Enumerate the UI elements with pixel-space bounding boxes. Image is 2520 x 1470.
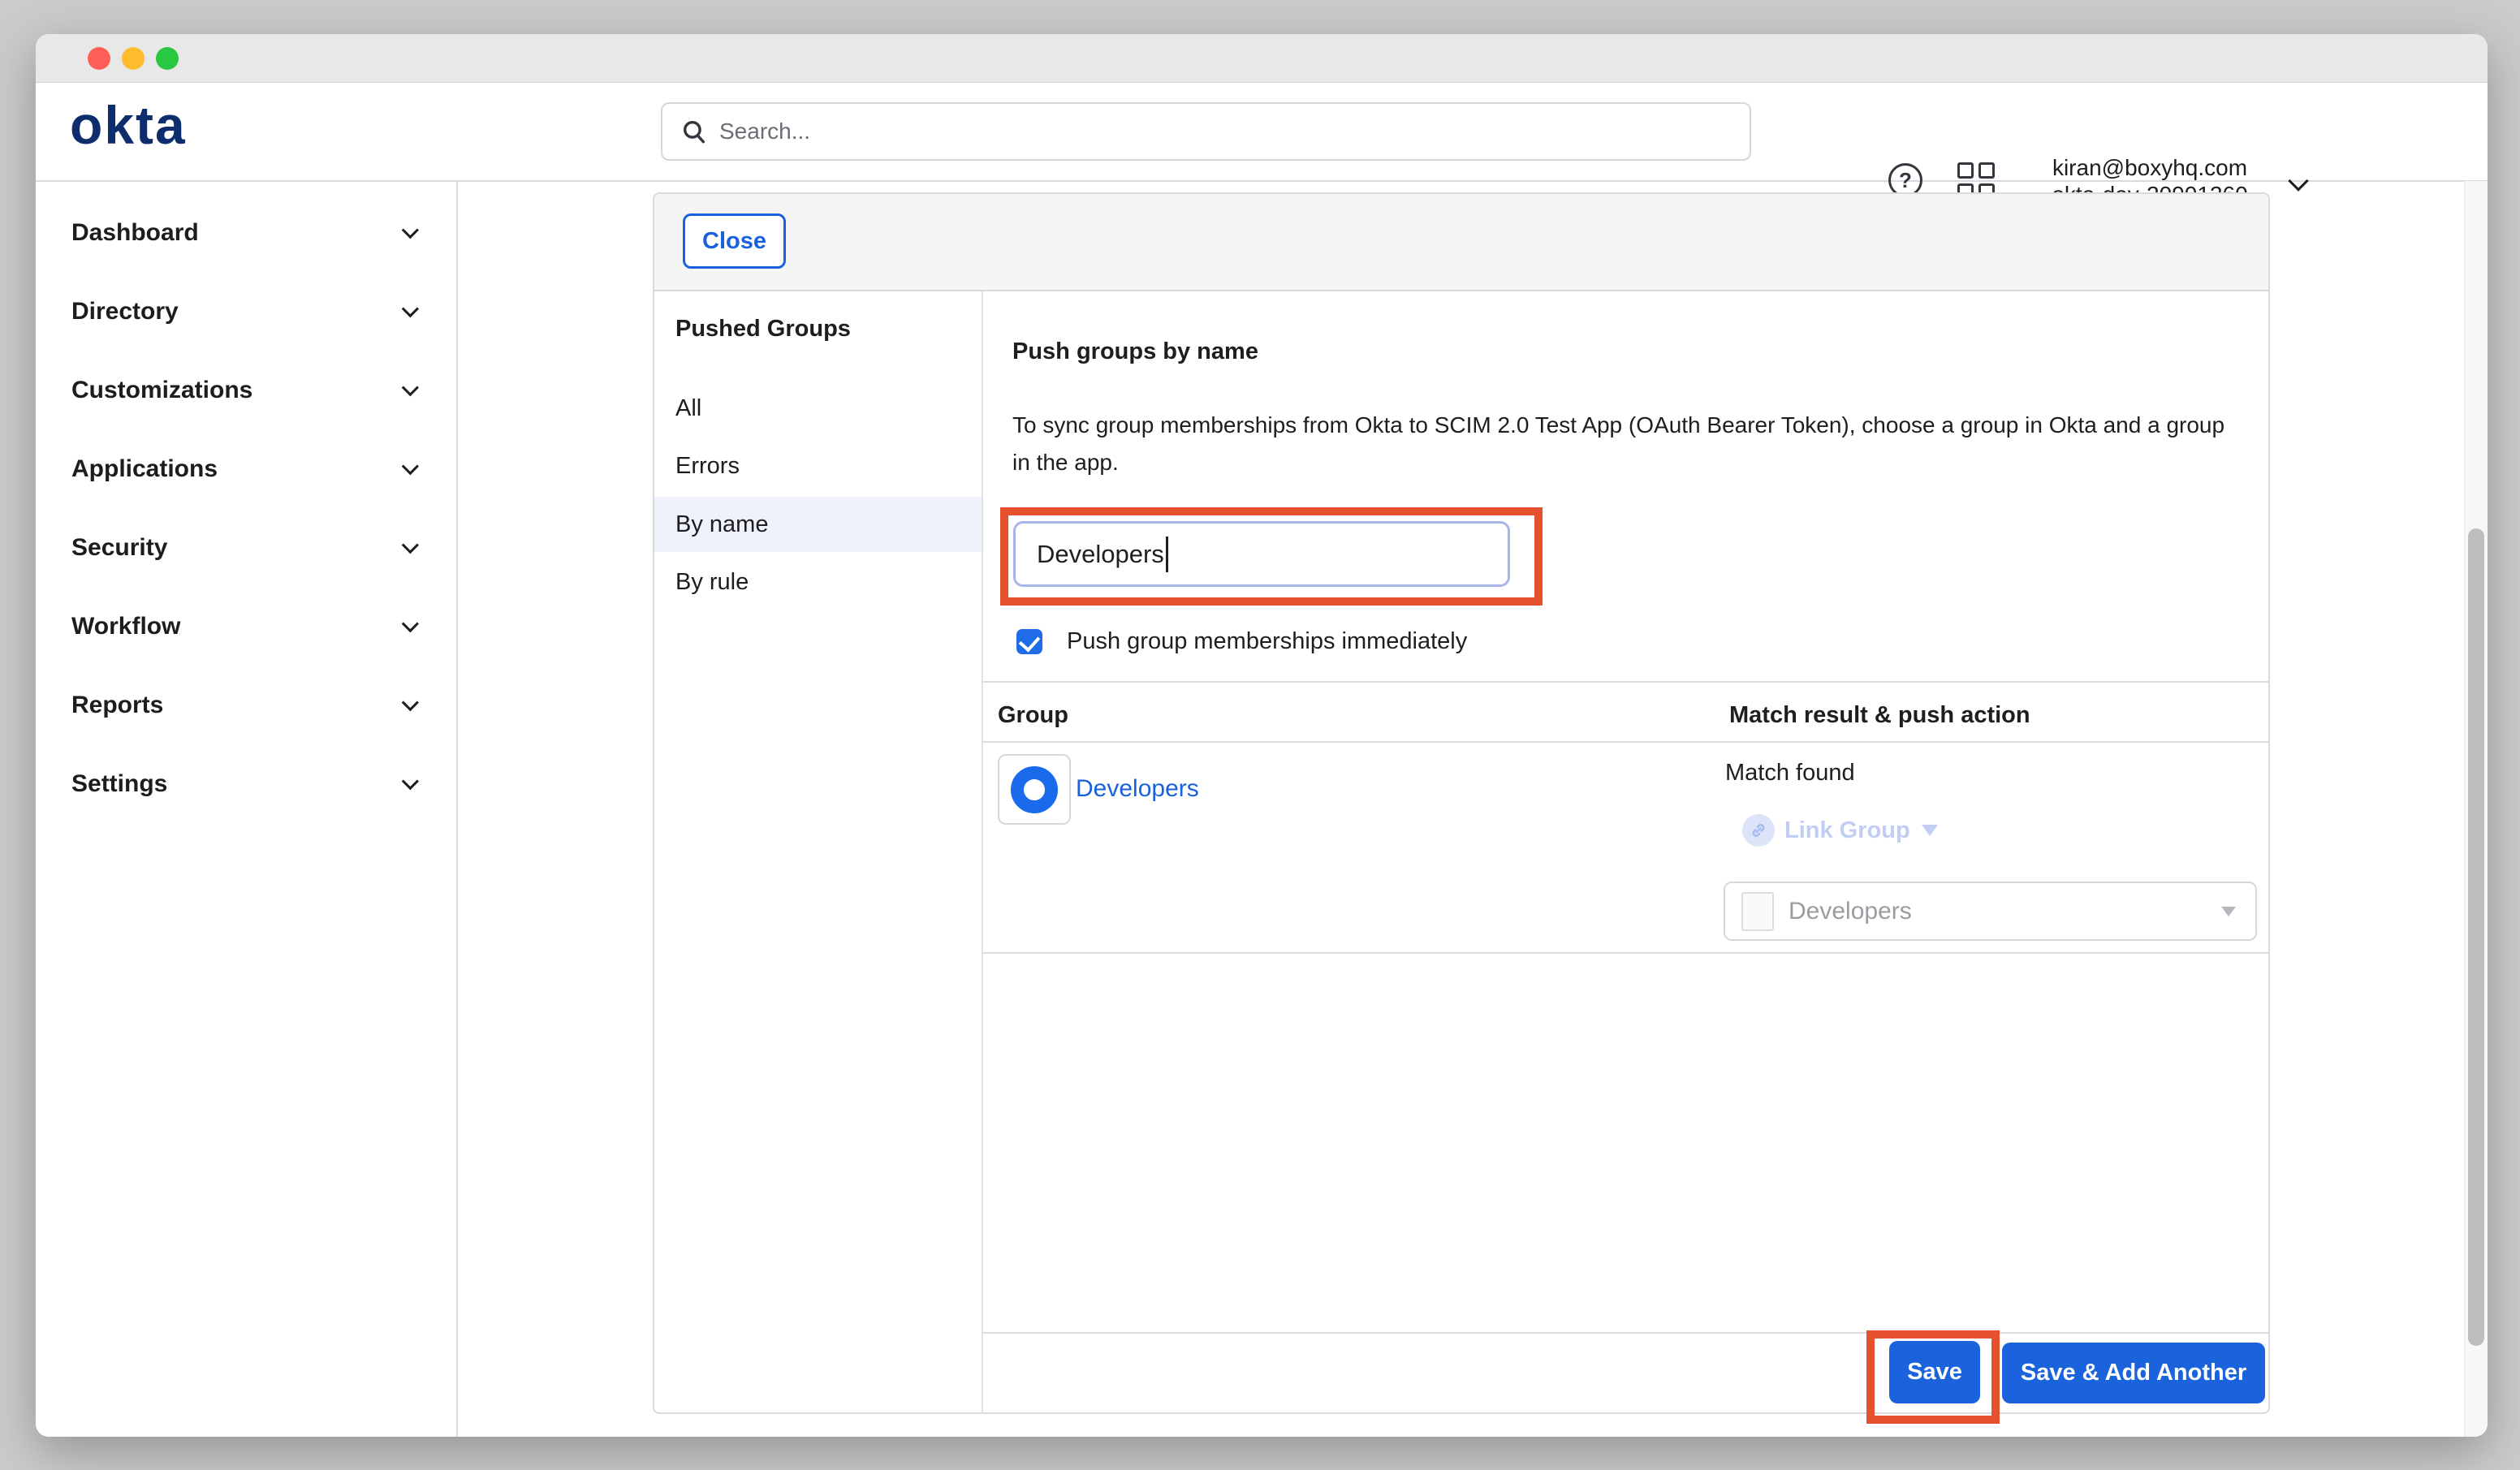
save-add-another-button[interactable]: Save & Add Another <box>2002 1343 2265 1403</box>
sidebar-item-label: Customizations <box>71 377 252 404</box>
table-top-divider <box>983 681 2270 683</box>
sidebar-item-label: Settings <box>71 770 167 798</box>
table-row-divider <box>983 952 2270 954</box>
sidebar-item-label: Reports <box>71 692 163 719</box>
content-description: To sync group memberships from Okta to S… <box>1012 407 2230 481</box>
sidebar-nav: Dashboard Directory Customizations Appli… <box>36 182 458 1437</box>
scrollbar-track[interactable] <box>2464 181 2488 1437</box>
push-immediately-label: Push group memberships immediately <box>1067 628 1467 655</box>
chevron-down-icon <box>402 458 419 475</box>
link-group-action[interactable]: Link Group <box>1742 814 1938 847</box>
link-icon <box>1742 814 1775 847</box>
nav-item-all[interactable]: All <box>654 381 982 436</box>
content-heading: Push groups by name <box>1012 338 1258 365</box>
push-immediately-row: Push group memberships immediately <box>1016 628 1467 655</box>
scrollbar-thumb[interactable] <box>2468 528 2484 1346</box>
app-group-select[interactable]: Developers <box>1724 882 2257 941</box>
sidebar-item-reports[interactable]: Reports <box>36 666 456 744</box>
chevron-down-icon <box>402 222 419 239</box>
sidebar-item-label: Security <box>71 534 167 562</box>
app-window: okta Search... ? kiran@boxyhq.com okta-d… <box>36 34 2488 1437</box>
nav-item-errors[interactable]: Errors <box>654 438 982 494</box>
column-header-group: Group <box>998 702 1068 729</box>
grid-square <box>1957 162 1974 179</box>
sidebar-item-label: Applications <box>71 455 218 483</box>
nav-item-by-name[interactable]: By name <box>654 497 982 552</box>
group-name-input-value: Developers <box>1037 540 1164 569</box>
search-icon <box>680 118 708 145</box>
close-window-button[interactable] <box>88 47 110 70</box>
push-immediately-checkbox[interactable] <box>1016 629 1042 654</box>
nav-item-by-rule[interactable]: By rule <box>654 554 982 610</box>
footer-divider <box>983 1332 2270 1334</box>
sidebar-item-security[interactable]: Security <box>36 508 456 587</box>
minimize-window-button[interactable] <box>122 47 145 70</box>
annotation-highlight-input: Developers <box>1000 507 1543 606</box>
sidebar-item-applications[interactable]: Applications <box>36 429 456 508</box>
link-group-label: Link Group <box>1784 817 1910 844</box>
sidebar-item-customizations[interactable]: Customizations <box>36 351 456 429</box>
panel-content: Push groups by name To sync group member… <box>983 291 2270 1414</box>
match-status: Match found <box>1725 760 1855 787</box>
okta-group-icon <box>1011 766 1058 813</box>
account-chevron-down-icon[interactable] <box>2288 170 2308 191</box>
grid-square <box>1978 162 1995 179</box>
chevron-down-icon <box>402 300 419 317</box>
pushed-groups-nav: Pushed Groups All Errors By name By rule <box>654 291 982 1414</box>
group-name-link[interactable]: Developers <box>1076 775 1199 803</box>
app-group-select-value: Developers <box>1789 898 2221 925</box>
search-input[interactable]: Search... <box>661 102 1751 161</box>
sidebar-item-settings[interactable]: Settings <box>36 744 456 823</box>
account-email: kiran@boxyhq.com <box>2023 154 2276 181</box>
maximize-window-button[interactable] <box>156 47 179 70</box>
table-header-divider <box>983 741 2270 743</box>
app-group-placeholder-icon <box>1741 892 1774 931</box>
link-group-caret-icon <box>1922 825 1938 836</box>
chevron-down-icon <box>402 694 419 711</box>
sidebar-item-label: Dashboard <box>71 219 199 247</box>
close-button[interactable]: Close <box>683 213 786 269</box>
column-header-match: Match result & push action <box>1729 702 2030 729</box>
search-placeholder: Search... <box>719 119 810 144</box>
chevron-down-icon <box>402 379 419 396</box>
chevron-down-icon <box>402 615 419 632</box>
sidebar-item-dashboard[interactable]: Dashboard <box>36 193 456 272</box>
group-name-input[interactable]: Developers <box>1013 521 1510 587</box>
chevron-down-icon <box>402 773 419 790</box>
top-header: okta Search... ? kiran@boxyhq.com okta-d… <box>36 83 2488 182</box>
okta-logo: okta <box>70 94 187 156</box>
push-groups-panel: Close Pushed Groups All Errors By name B… <box>653 192 2270 1414</box>
annotation-highlight-save <box>1866 1330 2000 1424</box>
select-caret-icon <box>2221 907 2236 916</box>
sidebar-item-workflow[interactable]: Workflow <box>36 587 456 666</box>
titlebar <box>36 34 2488 83</box>
sidebar-item-label: Directory <box>71 298 179 325</box>
pushed-groups-title: Pushed Groups <box>675 316 851 343</box>
text-cursor <box>1166 537 1168 572</box>
chevron-down-icon <box>402 537 419 554</box>
panel-header: Close <box>654 194 2268 291</box>
group-app-logo <box>998 754 1071 825</box>
sidebar-item-label: Workflow <box>71 613 180 640</box>
sidebar-item-directory[interactable]: Directory <box>36 272 456 351</box>
